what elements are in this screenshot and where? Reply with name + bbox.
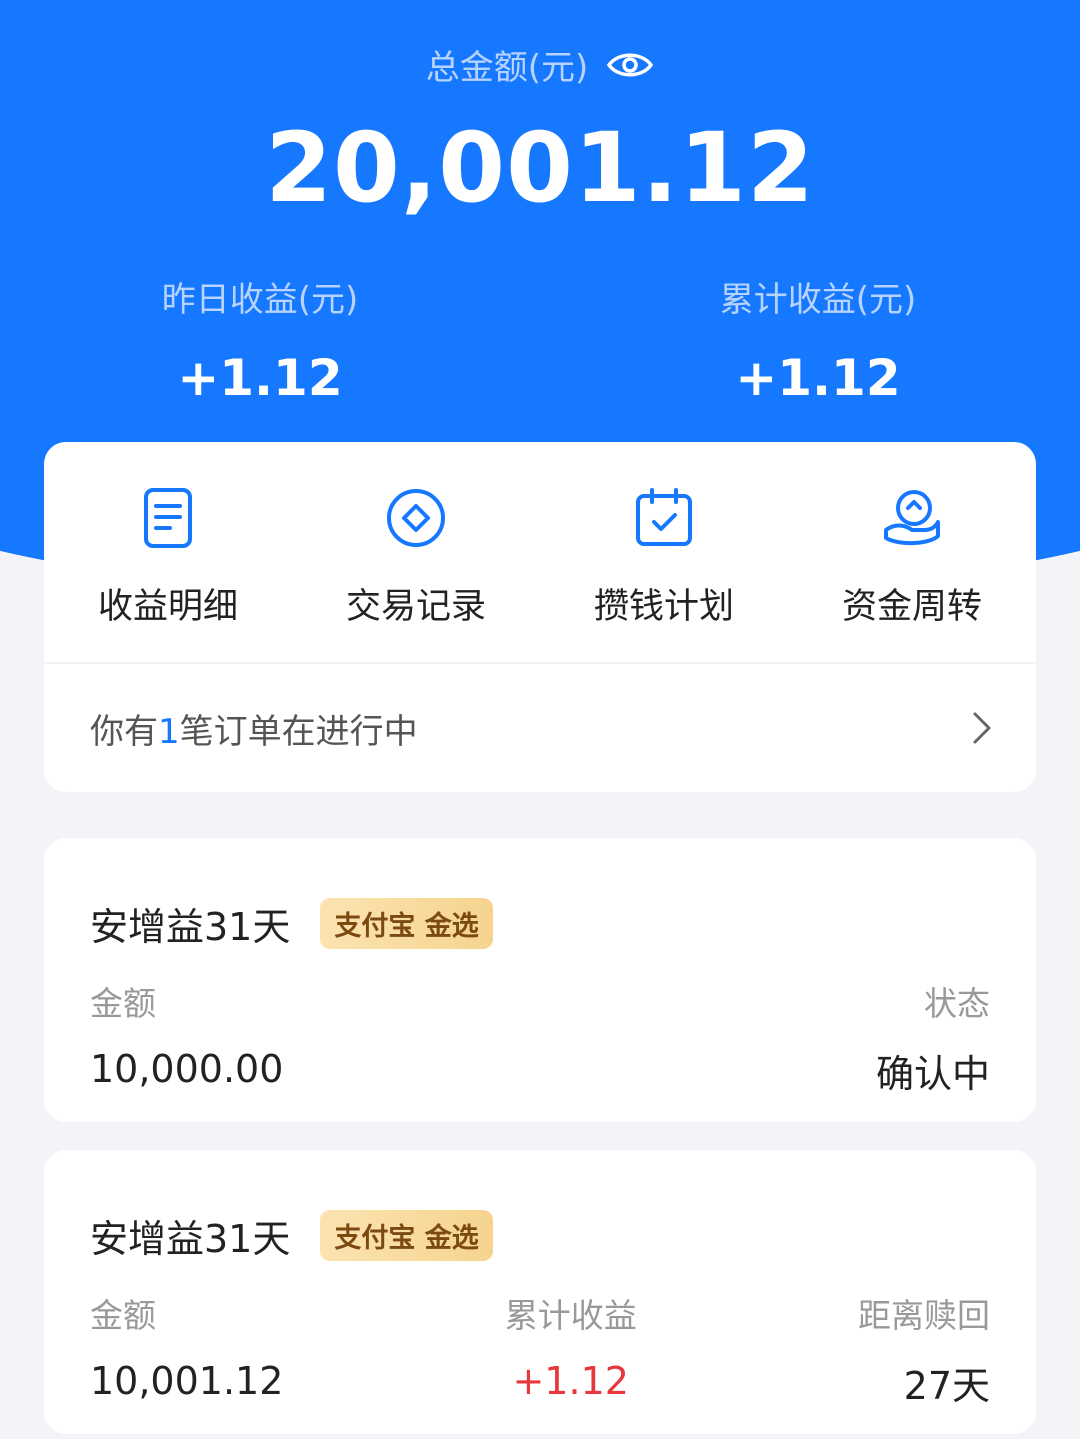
product-title: 安增益31天 [90, 1217, 291, 1261]
hand-coin-icon [884, 490, 940, 545]
status-value: 确认中 [875, 1052, 990, 1096]
amount-value: 10,000.00 [90, 1047, 284, 1091]
status-label: 状态 [924, 984, 990, 1023]
total-label: 总金额(元) [425, 48, 589, 88]
product-fields: 金额 10,001.12 累计收益 +1.12 距离赎回 27天 [90, 1289, 990, 1410]
calendar-check-icon [636, 488, 692, 546]
chevron-right-icon [973, 712, 991, 744]
document-icon [144, 488, 192, 548]
action-transactions[interactable]: 交易记录 [292, 442, 540, 662]
product-title: 安增益31天 [90, 905, 291, 949]
yesterday-label: 昨日收益(元) [161, 280, 359, 320]
cumulative-label: 累计收益(元) [719, 280, 917, 320]
earnings-field: 累计收益 +1.12 [505, 1289, 637, 1410]
action-earnings-detail[interactable]: 收益明细 [44, 442, 292, 662]
action-fund-turnover[interactable]: 资金周转 [788, 442, 1036, 662]
action-label: 攒钱计划 [593, 587, 734, 627]
redeem-label: 距离赎回 [858, 1296, 990, 1335]
total-amount: 20,001.12 [265, 112, 815, 224]
earnings-label: 累计收益 [504, 1296, 637, 1335]
page: 总金额(元) 20,001.12 昨日收益(元) +1.12 累计收益(元) +… [0, 0, 1080, 1439]
alipay-select-badge: 支付宝 金选 [320, 1210, 493, 1261]
product-fields: 金额 10,000.00 状态 确认中 [90, 977, 990, 1098]
cumulative-value: +1.12 [735, 349, 901, 407]
total-label-row: 总金额(元) [0, 40, 1080, 89]
amount-field: 金额 10,001.12 [90, 1289, 283, 1410]
orders-in-progress-row[interactable]: 你有1笔订单在进行中 [44, 664, 1036, 792]
orders-text: 你有1笔订单在进行中 [90, 704, 418, 753]
redeem-field: 距离赎回 27天 [858, 1289, 990, 1410]
product-card[interactable]: 安增益31天 支付宝 金选 金额 10,001.12 累计收益 +1.12 距离… [44, 1150, 1036, 1434]
action-label: 交易记录 [345, 587, 486, 627]
action-label: 收益明细 [97, 587, 238, 627]
quick-actions: 收益明细 交易记录 攒钱计划 资金周转 [44, 442, 1036, 662]
action-savings-plan[interactable]: 攒钱计划 [540, 442, 788, 662]
action-label: 资金周转 [841, 587, 982, 627]
cumulative-earnings[interactable]: 累计收益(元) +1.12 [598, 272, 1038, 407]
amount-label: 金额 [90, 1296, 156, 1335]
actions-card: 收益明细 交易记录 攒钱计划 资金周转 你有1笔订单在进行中 [44, 442, 1036, 792]
status-field: 状态 确认中 [876, 977, 990, 1098]
earnings-value: +1.12 [512, 1359, 629, 1403]
product-title-row: 安增益31天 支付宝 金选 [90, 1208, 990, 1263]
alipay-select-badge: 支付宝 金选 [320, 898, 493, 949]
orders-count: 1 [158, 711, 180, 752]
diamond-circle-icon [387, 489, 445, 547]
product-title-row: 安增益31天 支付宝 金选 [90, 896, 990, 951]
yesterday-earnings[interactable]: 昨日收益(元) +1.12 [40, 272, 480, 407]
product-card[interactable]: 安增益31天 支付宝 金选 金额 10,000.00 状态 确认中 [44, 838, 1036, 1122]
amount-field: 金额 10,000.00 [90, 977, 283, 1098]
amount-value: 10,001.12 [90, 1359, 284, 1403]
orders-prefix: 你有 [90, 711, 158, 752]
eye-icon[interactable] [606, 48, 654, 82]
orders-suffix: 笔订单在进行中 [179, 711, 418, 752]
redeem-value: 27天 [903, 1364, 990, 1408]
header: 总金额(元) 20,001.12 昨日收益(元) +1.12 累计收益(元) +… [0, 0, 1080, 440]
yesterday-value: +1.12 [177, 349, 343, 407]
amount-label: 金额 [90, 984, 156, 1023]
